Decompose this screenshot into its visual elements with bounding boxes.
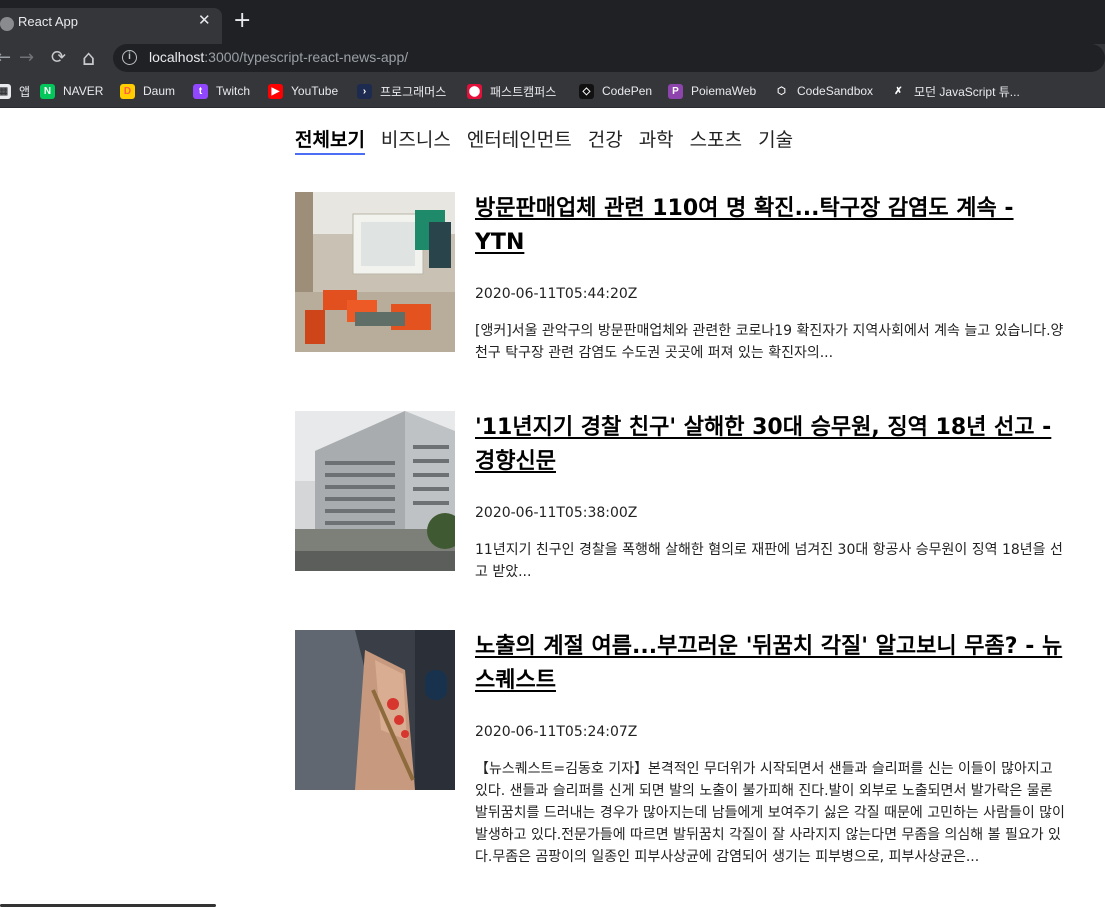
category-nav: 전체보기 비즈니스 엔터테인먼트 건강 과학 스포츠 기술 <box>295 125 809 155</box>
article-date: 2020-06-11T05:24:07Z <box>475 724 638 740</box>
forward-icon[interactable]: → <box>19 46 34 70</box>
browser-tab-strip: React App ✕ + <box>0 0 1105 44</box>
apps-icon: ▦ <box>0 83 11 99</box>
article-description: 11년지기 친구인 경찰을 폭행해 살해한 혐의로 재판에 넘겨진 30대 항공… <box>475 542 1063 580</box>
category-tab[interactable]: 과학 <box>639 125 674 155</box>
bookmark-label: CodeSandbox <box>797 84 874 98</box>
home-icon[interactable]: ⌂ <box>82 46 95 70</box>
twitch-icon: t <box>193 83 208 99</box>
new-tab-button[interactable]: + <box>233 8 251 34</box>
category-tab[interactable]: 스포츠 <box>690 125 742 155</box>
category-tab[interactable]: 비즈니스 <box>381 125 451 155</box>
category-tab[interactable]: 엔터테인먼트 <box>467 125 572 155</box>
address-bar[interactable]: i localhost:3000/typescript-react-news-a… <box>113 44 1105 72</box>
bookmark-label: 패스트캠퍼스 <box>490 84 557 99</box>
bookmark-item[interactable]: › 프로그래머스 <box>357 82 446 100</box>
info-icon[interactable]: i <box>122 50 137 65</box>
article-date: 2020-06-11T05:38:00Z <box>475 505 638 521</box>
browser-toolbar: ← → ⟳ ⌂ i localhost:3000/typescript-reac… <box>0 44 1105 74</box>
article-description: [앵커]서울 관악구의 방문판매업체와 관련한 코로나19 확진자가 지역사회에… <box>475 323 1064 361</box>
url-host: localhost <box>149 49 205 65</box>
programmers-icon: › <box>357 83 372 99</box>
bookmarks-bar: ▦ 앱 N NAVER D Daum t Twitch ▶ YouTube › 프로그래머스 ⬤ 패스트캠… <box>0 74 1105 108</box>
category-tab[interactable]: 건강 <box>588 125 623 155</box>
bookmark-item[interactable]: t Twitch <box>193 82 250 100</box>
bookmark-label: 앱 <box>19 84 31 99</box>
bookmark-label: Twitch <box>216 84 251 98</box>
bookmark-label: Daum <box>143 84 176 98</box>
article-contents: 노출의 계절 여름...부끄러운 '뒤꿈치 각질' 알고보니 무좀? - 뉴스퀘… <box>475 630 1067 868</box>
article-title-link[interactable]: 노출의 계절 여름...부끄러운 '뒤꿈치 각질' 알고보니 무좀? - 뉴스퀘… <box>475 630 1067 698</box>
url-text[interactable]: localhost:3000/typescript-react-news-app… <box>149 49 408 65</box>
react-favicon-icon <box>0 17 14 31</box>
back-icon[interactable]: ← <box>0 46 11 70</box>
tab-title: React App <box>18 14 78 29</box>
codepen-icon: ◇ <box>579 83 594 99</box>
bookmark-label: YouTube <box>291 84 339 98</box>
news-app: 전체보기 비즈니스 엔터테인먼트 건강 과학 스포츠 기술 방문판매업체 관련 110여 명… <box>0 108 1105 907</box>
youtube-icon: ▶ <box>268 83 283 99</box>
bookmark-label: 프로그래머스 <box>380 84 447 99</box>
bookmark-item[interactable]: N NAVER <box>40 82 103 100</box>
bookmark-item[interactable]: ▶ YouTube <box>268 82 338 100</box>
category-tab[interactable]: 전체보기 <box>295 125 365 155</box>
codesandbox-icon: ⬡ <box>774 83 789 99</box>
bookmark-item[interactable]: ⬡ CodeSandbox <box>774 82 873 100</box>
javascript-info-icon: ✗ <box>891 83 906 99</box>
fastcampus-icon: ⬤ <box>467 83 482 99</box>
bookmark-label: 모던 JavaScript 튜... <box>914 84 1020 99</box>
bookmark-item[interactable]: ✗ 모던 JavaScript 튜... <box>891 82 1020 100</box>
browser-tab[interactable]: React App ✕ <box>0 8 222 44</box>
article-contents: '11년지기 경찰 친구' 살해한 30대 승무원, 징역 18년 선고 - 경… <box>475 411 1067 583</box>
reload-icon[interactable]: ⟳ <box>51 46 66 70</box>
article-thumbnail[interactable] <box>295 192 455 352</box>
bookmark-label: NAVER <box>63 84 104 98</box>
bookmark-item[interactable]: ◇ CodePen <box>579 82 652 100</box>
bookmark-label: CodePen <box>602 84 653 98</box>
naver-icon: N <box>40 83 55 99</box>
bookmark-item[interactable]: ⬤ 패스트캠퍼스 <box>467 82 556 100</box>
article-thumbnail[interactable] <box>295 411 455 571</box>
bookmark-item[interactable]: P PoiemaWeb <box>668 82 756 100</box>
article-title-link[interactable]: 방문판매업체 관련 110여 명 확진...탁구장 감염도 계속 - YTN <box>475 192 1067 260</box>
article-description: 【뉴스퀘스트=김동호 기자】본격적인 무더위가 시작되면서 샌들과 슬리퍼를 신… <box>475 761 1065 865</box>
bookmark-label: PoiemaWeb <box>691 84 757 98</box>
article-thumbnail[interactable] <box>295 630 455 790</box>
bookmark-item[interactable]: ▦ 앱 <box>0 82 30 100</box>
article-date: 2020-06-11T05:44:20Z <box>475 286 638 302</box>
category-tab[interactable]: 기술 <box>758 125 793 155</box>
bookmark-item[interactable]: D Daum <box>120 82 175 100</box>
article-contents: 방문판매업체 관련 110여 명 확진...탁구장 감염도 계속 - YTN 2… <box>475 192 1067 364</box>
poiemaweb-icon: P <box>668 83 683 99</box>
daum-icon: D <box>120 83 135 99</box>
article-title-link[interactable]: '11년지기 경찰 친구' 살해한 30대 승무원, 징역 18년 선고 - 경… <box>475 411 1067 479</box>
url-path: :3000/typescript-react-news-app/ <box>204 49 409 65</box>
close-tab-icon[interactable]: ✕ <box>198 11 211 29</box>
